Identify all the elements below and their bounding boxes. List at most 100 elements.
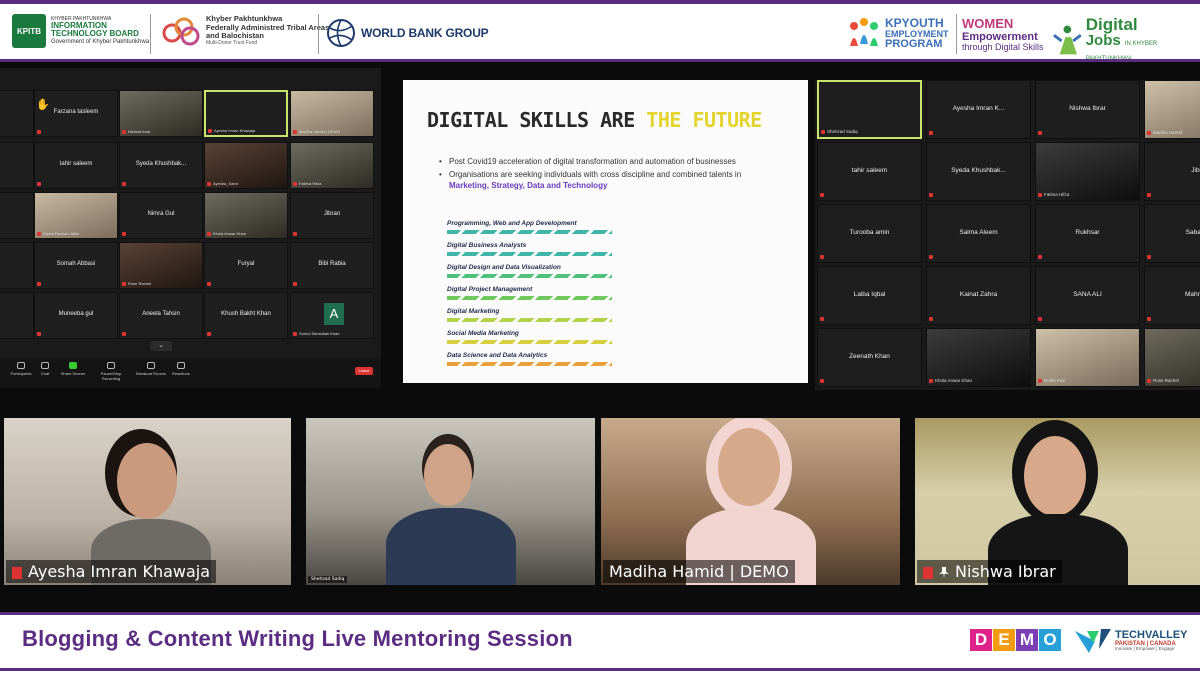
participant-tile[interactable]: Rose Rachel [119,242,203,289]
pin-icon [939,566,949,579]
participant-tile[interactable]: Khola Anwar Khan [204,192,288,239]
participant-label: Rose Rachel [128,281,151,286]
mic-muted-icon [207,282,211,286]
leave-button[interactable]: Leave [355,367,373,375]
world-bank-name: WORLD BANK GROUP [361,26,489,40]
participant-name: Nimra Gul [147,211,175,217]
participant-tile[interactable]: Kainat Zahra [926,266,1031,325]
participant-tile[interactable]: Rose Rachel [1144,328,1200,387]
mic-muted-icon [929,193,933,197]
skill-bar [447,274,612,278]
techvalley-name: TECHVALLEY [1115,629,1188,642]
participant-tile[interactable] [0,142,34,189]
participant-tile[interactable]: Khush Bakht Khan [204,292,288,339]
participant-tile[interactable] [0,192,34,239]
mic-muted-icon [929,379,933,383]
breakout-rooms-button[interactable]: Breakout Rooms [134,362,168,376]
participant-tile[interactable]: Nimra Gul [119,192,203,239]
webcam-caption: Ayesha Imran Khawaja [6,560,217,583]
participant-tile[interactable] [0,90,34,137]
participant-name: Khush Bakht Khan [221,311,271,317]
participant-tile[interactable]: Ayesha Imran K... [926,80,1031,139]
mic-muted-icon [1038,255,1042,259]
participant-tile[interactable]: tahir saleem [34,142,118,189]
participant-tile[interactable] [0,292,34,339]
presentation-slide: DIGITAL SKILLS ARE THE FUTURE Post Covid… [403,80,808,383]
mic-muted-icon [37,232,41,236]
breakout-rooms-label: Breakout Rooms [136,371,166,376]
participant-tile[interactable]: Furyal [204,242,288,289]
reactions-button[interactable]: Reactions [164,362,198,376]
raised-hand-icon: ✋ [36,99,50,111]
mic-muted-icon [293,282,297,286]
participant-tile[interactable]: Khola Anwar Khan [926,328,1031,387]
mic-muted-icon [820,255,824,259]
webcam-caption: Shehzad Sadiq [308,576,348,583]
participant-name: Jibran [323,211,341,217]
skill-bar [447,340,612,344]
skill-bar [447,318,612,322]
skill-label: Programming, Web and App Development [447,220,577,227]
participant-name: Turooba amin [849,229,890,236]
participant-tile[interactable]: Ayesha Imran Khawaja [204,90,288,137]
participant-tile[interactable]: A Sumul Samiullah Khan [290,292,374,339]
participant-tile[interactable]: SANA ALI [1035,266,1140,325]
slide-bullet-highlight: Marketing, Strategy, Data and Technology [449,181,608,190]
webcam-tile: Nishwa Ibrar [915,418,1200,585]
participant-tile[interactable]: Somah Abbasi [34,242,118,289]
slide-title: DIGITAL SKILLS ARE THE FUTURE [427,108,762,132]
participant-tile[interactable]: Syeda Khushbak... [926,142,1031,201]
participant-tile[interactable]: Nishwa Ibrar [119,90,203,137]
participant-tile[interactable] [0,242,34,289]
participant-tile[interactable]: Bibi Rabia [290,242,374,289]
kpitb-line4: Government of Khyber Pakhtunkhwa [51,38,150,45]
participant-tile[interactable]: tahir saleem [817,142,922,201]
mic-muted-icon [293,232,297,236]
skill-item: Data Science and Data Analytics [447,352,647,374]
slide-bullet-text: Organisations are seeking individuals wi… [449,170,742,179]
recording-button[interactable]: Pause/Stop Recording [94,362,128,381]
women-line3: through Digital Skills [962,42,1044,53]
participant-tile[interactable]: Rukhsar [1035,204,1140,263]
participant-tile[interactable]: Aneela Tahsin [119,292,203,339]
participant-tile[interactable]: Ayesha_Saed [204,142,288,189]
mic-muted-icon [929,255,933,259]
mdtf-logo: Khyber Pakhtunkhwa Federally Administred… [160,14,329,48]
demo-letter: O [1039,629,1061,651]
mic-muted-icon [208,129,212,133]
mic-muted-icon [37,130,41,134]
skill-bar [447,296,612,300]
participant-tile[interactable]: Fatima Hifza [290,142,374,189]
participant-name: Bibi Rabia [318,261,346,267]
participant-tile[interactable]: Nishwa Ibrar [1035,80,1140,139]
participant-tile[interactable]: Mahrish [1144,266,1200,325]
participant-tile[interactable]: Syeda Khushbak... [119,142,203,189]
participant-tile[interactable]: Zeenath Khan [817,328,922,387]
mic-muted-icon [929,317,933,321]
participant-tile[interactable]: Fatima Hifza [1035,142,1140,201]
participant-tile[interactable]: Madiha Hamid [1144,80,1200,139]
skill-item: Digital Business Analysts [447,242,647,264]
mic-muted-icon [207,232,211,236]
participant-tile[interactable]: Dolha Fazi [1035,328,1140,387]
mic-muted-icon [37,282,41,286]
share-screen-button[interactable]: Share Screen [56,362,90,376]
participant-tile[interactable]: Madiha Hamid | DEMO [290,90,374,137]
mic-muted-icon [122,232,126,236]
participant-tile[interactable]: Salma Aleem [926,204,1031,263]
participant-tile[interactable]: Shehzad Sadiq [817,80,922,139]
mic-muted-icon [1038,317,1042,321]
participant-tile[interactable]: Saba R [1144,204,1200,263]
mic-muted-icon [37,332,41,336]
chevron-down-icon[interactable]: ⌄ [150,341,172,351]
footer-rule [0,668,1200,671]
participant-tile[interactable]: Jibr [1144,142,1200,201]
participant-tile[interactable]: Turooba amin [817,204,922,263]
participant-tile[interactable]: Muneeba gul [34,292,118,339]
demo-letter: E [993,629,1015,651]
recording-label: Pause/Stop Recording [100,371,122,381]
participant-label: Ayesha_Saed [213,181,238,186]
participant-tile[interactable]: Jibran [290,192,374,239]
participant-tile[interactable]: Laiba Iqbal [817,266,922,325]
participant-tile[interactable]: Huma Farman Jabin [34,192,118,239]
